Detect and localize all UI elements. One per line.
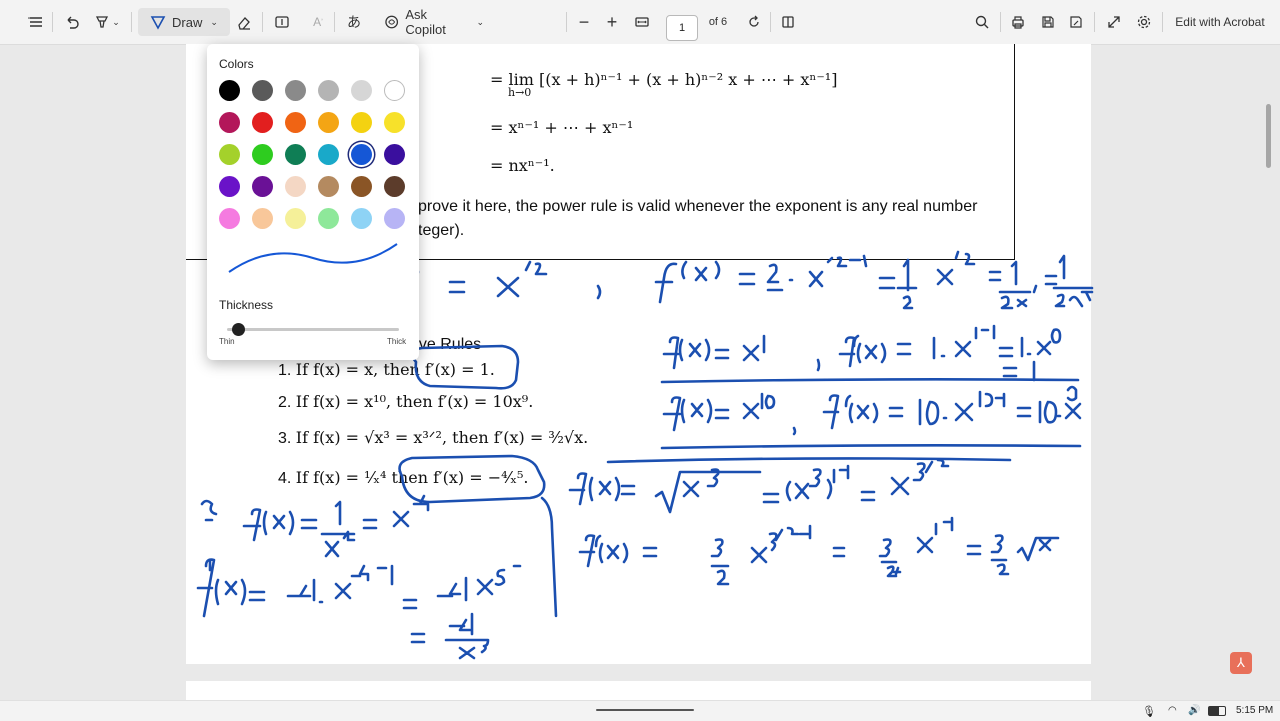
rule-text: If f(x) = ¹⁄ₓ⁴ then f′(x) = −⁴⁄ₓ⁵.: [295, 468, 529, 487]
color-swatch[interactable]: [318, 176, 339, 197]
color-swatch[interactable]: [285, 80, 306, 101]
search-icon[interactable]: [972, 8, 992, 36]
highlight-icon[interactable]: ⌄: [90, 8, 124, 36]
equation-line-1: = lim [(x + h)ⁿ⁻¹ + (x + h)ⁿ⁻² x + ⋯ + x…: [490, 70, 838, 89]
rule-2: 2. If f(x) = x¹⁰, then f′(x) = 10x⁹.: [278, 392, 533, 412]
rule-number: 1.: [278, 362, 292, 379]
paragraph-line-2: teger).: [418, 222, 465, 239]
paragraph-line-1: prove it here, the power rule is valid w…: [418, 198, 978, 215]
color-swatch[interactable]: [219, 112, 240, 133]
page-total: of 6: [708, 16, 728, 28]
microphone-icon[interactable]: 🎙: [1142, 705, 1156, 718]
color-swatch[interactable]: [384, 80, 405, 101]
rule-3: 3. If f(x) = √x³ = x³ᐟ², then f′(x) = ³⁄…: [278, 428, 588, 448]
color-swatch[interactable]: [351, 80, 372, 101]
print-icon[interactable]: [1008, 8, 1028, 36]
draw-button[interactable]: Draw ⌄: [138, 8, 230, 36]
chevron-down-icon: ⌄: [476, 16, 484, 27]
rule-1: 1. If f(x) = x, then f′(x) = 1.: [278, 360, 495, 380]
battery-icon[interactable]: [1208, 706, 1226, 716]
color-swatch[interactable]: [252, 112, 273, 133]
color-swatch[interactable]: [384, 208, 405, 229]
draw-options-popup: Colors Thickness Thin Thick: [207, 44, 419, 360]
thin-label: Thin: [219, 337, 235, 346]
color-swatch[interactable]: [285, 176, 306, 197]
color-swatch[interactable]: [252, 80, 273, 101]
rule-4: 4. If f(x) = ¹⁄ₓ⁴ then f′(x) = −⁴⁄ₓ⁵.: [278, 468, 529, 488]
rule-text: If f(x) = x, then f′(x) = 1.: [295, 360, 495, 379]
rule-number: 4.: [278, 470, 292, 487]
rule-number: 3.: [278, 430, 292, 447]
eraser-icon[interactable]: [234, 8, 254, 36]
edit-with-acrobat-button[interactable]: Edit with Acrobat: [1172, 8, 1268, 36]
section-heading: ove Rules: [410, 336, 482, 353]
rule-number: 2.: [278, 394, 292, 411]
color-swatch[interactable]: [384, 144, 405, 165]
thick-label: Thick: [387, 337, 407, 346]
fit-width-icon[interactable]: [632, 8, 652, 36]
color-swatch[interactable]: [252, 208, 273, 229]
home-indicator: [596, 709, 694, 711]
thickness-title: Thickness: [219, 298, 274, 312]
equation-line-3: = nxⁿ⁻¹.: [490, 156, 555, 175]
color-swatch[interactable]: [351, 144, 372, 165]
color-swatch[interactable]: [285, 144, 306, 165]
thickness-slider-thumb[interactable]: [232, 323, 246, 336]
save-as-icon[interactable]: [1066, 8, 1086, 36]
text-box-icon[interactable]: [272, 8, 292, 36]
save-icon[interactable]: [1038, 8, 1058, 36]
chevron-down-icon: ⌄: [210, 16, 218, 27]
color-swatch[interactable]: [351, 112, 372, 133]
expand-icon[interactable]: [1104, 8, 1124, 36]
color-swatch[interactable]: [252, 144, 273, 165]
clock[interactable]: 5:15 PM: [1236, 705, 1273, 716]
scrollbar[interactable]: [1266, 104, 1271, 168]
color-swatch[interactable]: [219, 144, 240, 165]
equation-line-1-sub: h→0: [508, 86, 532, 99]
rule-text: If f(x) = x¹⁰, then f′(x) = 10x⁹.: [295, 392, 534, 411]
read-aloud-icon[interactable]: あ: [344, 8, 364, 36]
color-swatch[interactable]: [285, 208, 306, 229]
color-swatch[interactable]: [285, 112, 306, 133]
color-swatch[interactable]: [318, 144, 339, 165]
rotate-icon[interactable]: [744, 8, 764, 36]
toolbar: ⌄ Draw ⌄ Aʼ あ Ask Copilot ⌄ − + 1 of 6 E…: [0, 0, 1280, 45]
color-swatch[interactable]: [351, 208, 372, 229]
color-swatch[interactable]: [318, 112, 339, 133]
color-swatch[interactable]: [252, 176, 273, 197]
thickness-slider-track[interactable]: [227, 328, 399, 331]
color-swatch[interactable]: [384, 176, 405, 197]
wifi-icon[interactable]: ◠: [1168, 705, 1177, 716]
undo-icon[interactable]: [62, 8, 82, 36]
colors-title: Colors: [219, 57, 254, 71]
ask-copilot-button[interactable]: Ask Copilot ⌄: [384, 7, 484, 37]
color-swatch[interactable]: [219, 176, 240, 197]
draw-label: Draw: [172, 14, 203, 30]
color-swatch[interactable]: [318, 208, 339, 229]
acrobat-icon[interactable]: ⅄: [1230, 652, 1252, 674]
rule-text: If f(x) = √x³ = x³ᐟ², then f′(x) = ³⁄₂√x…: [295, 428, 589, 447]
ask-copilot-label: Ask Copilot: [405, 7, 446, 37]
settings-icon[interactable]: [1134, 8, 1154, 36]
color-swatch[interactable]: [318, 80, 339, 101]
stroke-preview: [228, 243, 398, 273]
font-icon[interactable]: Aʼ: [308, 8, 328, 36]
contents-icon[interactable]: [26, 8, 46, 36]
zoom-out-icon[interactable]: −: [574, 8, 594, 36]
color-swatch[interactable]: [219, 80, 240, 101]
volume-icon[interactable]: 🔊: [1188, 705, 1200, 716]
zoom-in-icon[interactable]: +: [602, 8, 622, 36]
equation-line-2: = xⁿ⁻¹ + ⋯ + xⁿ⁻¹: [490, 118, 634, 137]
page-number-input[interactable]: 1: [666, 15, 698, 41]
taskbar: 🎙 ◠ 🔊 5:15 PM: [0, 700, 1280, 721]
color-swatch[interactable]: [219, 208, 240, 229]
color-swatch[interactable]: [384, 112, 405, 133]
page-view-icon[interactable]: [778, 8, 798, 36]
color-swatch[interactable]: [351, 176, 372, 197]
